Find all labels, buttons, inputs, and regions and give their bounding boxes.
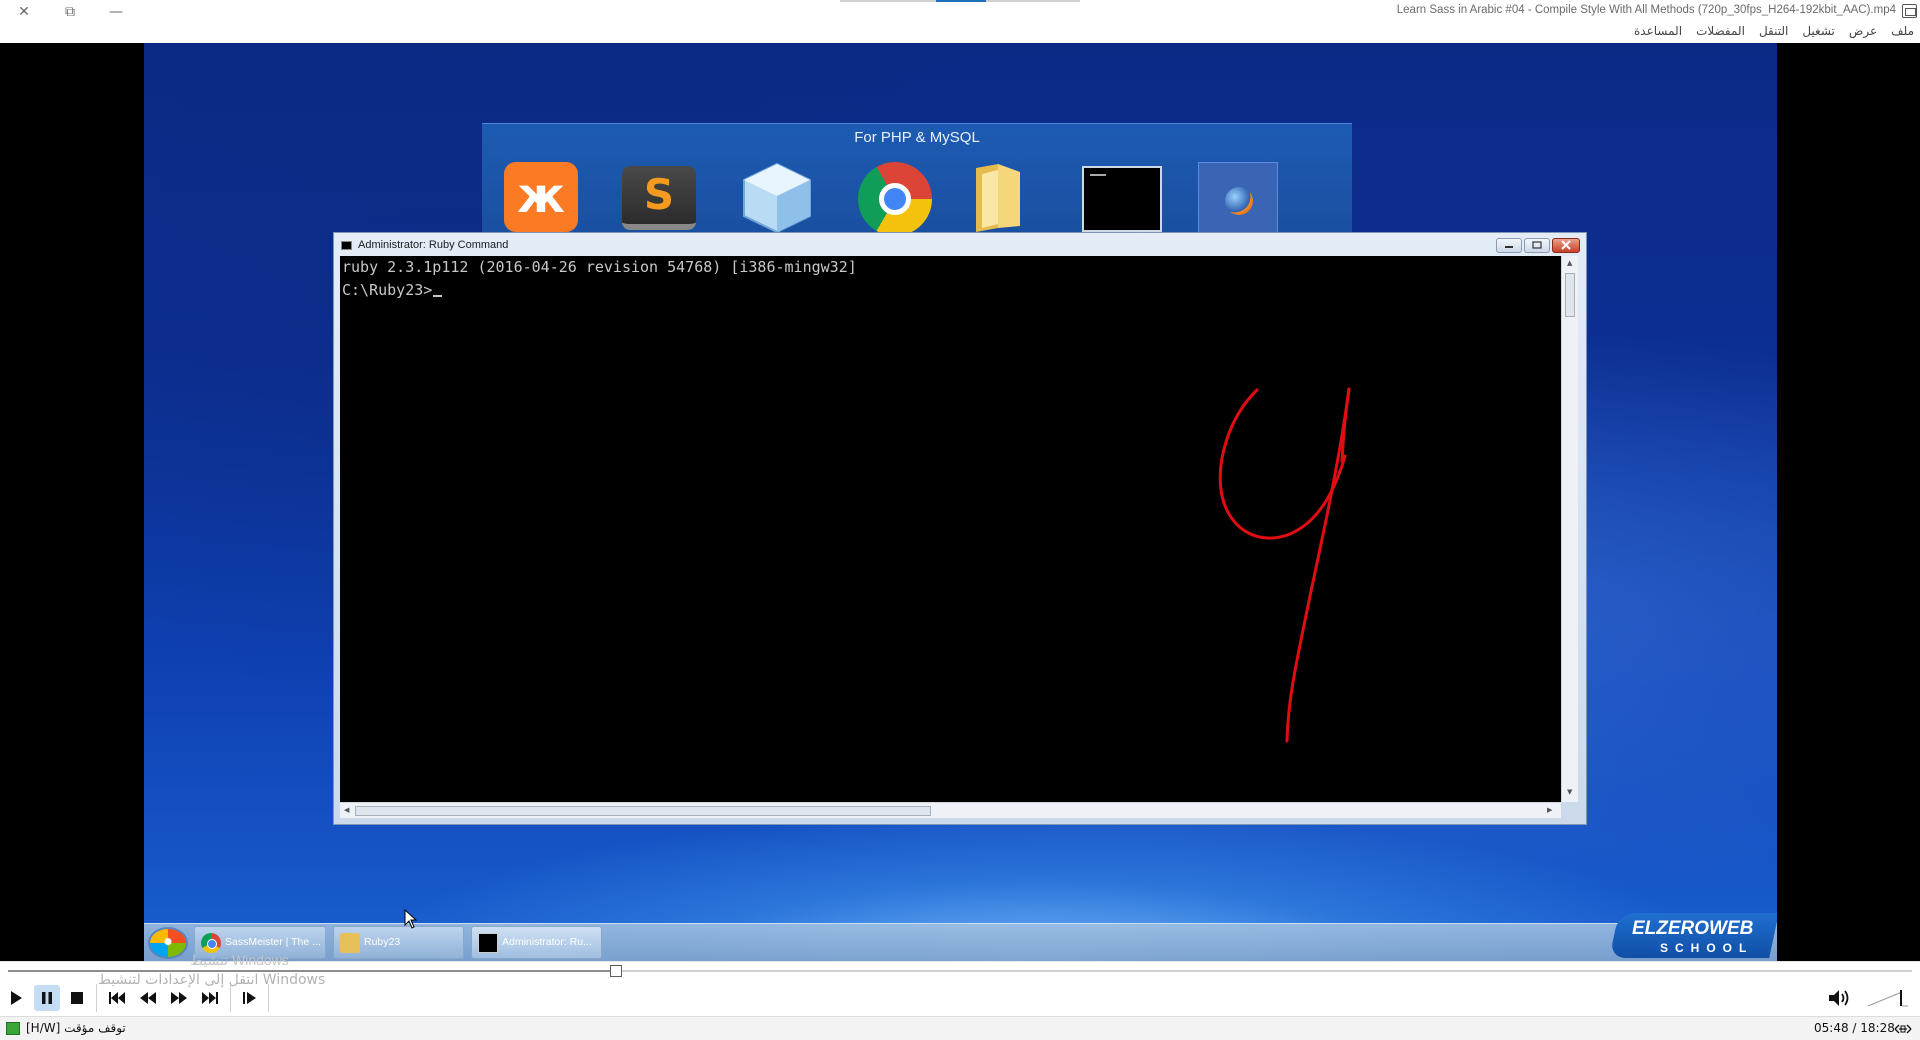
handwritten-annotation — [1218, 387, 1351, 743]
frame-step-button[interactable] — [237, 985, 263, 1011]
taskbar-item-console: Administrator: Ru... — [471, 926, 602, 959]
folder-icon — [340, 933, 360, 953]
chrome-icon — [201, 933, 221, 953]
status-text: [H/W] توقف مؤقت — [26, 1021, 126, 1035]
console-titlebar[interactable]: Administrator: Ruby Command — [334, 233, 1586, 255]
dock: For PHP & MySQL — [482, 123, 1352, 236]
video-frame[interactable]: For PHP & MySQL ж S Administrator: Ruby … — [0, 43, 1920, 961]
title-progress-strip — [840, 0, 1080, 2]
windows-activation-title: تنشيط Windows — [190, 952, 289, 968]
dock-title: For PHP & MySQL — [854, 129, 980, 146]
command-prompt-icon — [478, 933, 498, 953]
volume-slider-icon[interactable] — [1866, 986, 1910, 1010]
menu-navigate[interactable]: التنقل — [1759, 24, 1788, 38]
ruby-sphere-icon — [1198, 162, 1278, 236]
console-title: Administrator: Ruby Command — [358, 239, 509, 251]
command-prompt-icon — [1082, 166, 1162, 232]
horizontal-scroll-thumb[interactable] — [355, 806, 931, 816]
elzero-logo-title: ELZEROWEB — [1632, 918, 1754, 939]
menu-bar: ملف عرض تشغيل التنقل المفضلات المساعدة — [1634, 24, 1914, 38]
play-button[interactable] — [3, 985, 29, 1011]
fast-forward-button[interactable] — [166, 985, 192, 1011]
controls-divider — [230, 984, 231, 1012]
playback-controls: تنشيط Windows انتقل إلى الإعدادات لتنشيط… — [0, 952, 1920, 1016]
xampp-icon — [504, 162, 578, 232]
menu-file[interactable]: ملف — [1891, 24, 1914, 38]
controls-divider — [96, 984, 97, 1012]
status-indicator-icon — [6, 1022, 20, 1035]
close-icon — [1561, 240, 1571, 250]
rewind-icon — [140, 992, 156, 1004]
menu-view[interactable]: عرض — [1849, 24, 1877, 38]
restore-window-button[interactable]: ⧉ — [48, 0, 92, 24]
pause-icon — [42, 992, 52, 1004]
menu-help[interactable]: المساعدة — [1634, 24, 1682, 38]
vertical-scroll-thumb[interactable] — [1565, 273, 1575, 317]
console-horizontal-scrollbar[interactable]: ◀ ▶ — [340, 802, 1561, 818]
video-taskbar: SassMeister | The ... Ruby23 Administrat… — [144, 923, 1777, 961]
window-title: Learn Sass in Arabic #04 - Compile Style… — [1396, 4, 1896, 16]
playback-time: 05:48 / 18:28 — [1814, 1021, 1895, 1035]
taskbar-item-label: SassMeister | The ... — [225, 936, 321, 948]
close-window-button[interactable]: ✕ — [2, 0, 46, 24]
volume-icon[interactable] — [1827, 988, 1853, 1008]
maximize-icon — [1532, 241, 1542, 249]
controls-divider — [268, 984, 269, 1012]
video-desktop: For PHP & MySQL ж S Administrator: Ruby … — [144, 43, 1777, 961]
console-window-icon — [341, 241, 352, 250]
folder-icon — [968, 162, 1042, 232]
restore-icon: ⧉ — [65, 4, 75, 20]
pan-scan-icon[interactable] — [1894, 1023, 1912, 1035]
stop-icon — [71, 992, 83, 1004]
console-minimize-button[interactable] — [1496, 238, 1522, 253]
console-maximize-button[interactable] — [1524, 238, 1550, 253]
play-icon — [11, 991, 22, 1005]
taskbar-item-folder: Ruby23 — [333, 926, 464, 959]
scroll-right-icon[interactable]: ▶ — [1547, 806, 1552, 814]
scroll-left-icon[interactable]: ◀ — [344, 806, 349, 814]
mouse-pointer-icon — [404, 909, 418, 929]
status-bar: [H/W] توقف مؤقت 05:48 / 18:28 — [0, 1016, 1920, 1040]
minimize-icon: — — [109, 4, 123, 20]
previous-button[interactable] — [104, 985, 130, 1011]
stop-button[interactable] — [64, 985, 90, 1011]
minimize-icon — [1505, 246, 1513, 248]
minimize-window-button[interactable]: — — [94, 0, 138, 24]
menu-favorites[interactable]: المفضلات — [1696, 24, 1745, 38]
chrome-icon — [858, 162, 932, 236]
console-close-button[interactable] — [1552, 238, 1580, 253]
sublime-text-icon — [622, 166, 696, 230]
player-logo-icon — [1902, 4, 1917, 18]
rewind-button[interactable] — [135, 985, 161, 1011]
next-icon — [202, 992, 218, 1004]
seek-handle[interactable] — [609, 965, 622, 977]
console-vertical-scrollbar[interactable]: ▲ ▼ — [1561, 256, 1578, 802]
scroll-down-icon[interactable]: ▼ — [1567, 788, 1572, 796]
menu-play[interactable]: تشغيل — [1802, 24, 1835, 38]
start-button-icon — [148, 927, 188, 959]
next-button[interactable] — [197, 985, 223, 1011]
frame-step-icon — [243, 992, 256, 1004]
elzero-logo-subtitle: SCHOOL — [1660, 941, 1754, 955]
netbeans-icon — [740, 162, 814, 234]
player-titlebar: ✕ ⧉ — Learn Sass in Arabic #04 - Compile… — [0, 0, 1920, 43]
ruby-command-window[interactable]: Administrator: Ruby Command ruby 2.3.1p1… — [333, 232, 1587, 825]
taskbar-item-label: Administrator: Ru... — [502, 936, 592, 948]
pause-button[interactable] — [34, 985, 60, 1011]
previous-icon — [109, 992, 125, 1004]
scroll-up-icon[interactable]: ▲ — [1567, 259, 1572, 267]
fast-forward-icon — [171, 992, 187, 1004]
taskbar-item-label: Ruby23 — [364, 936, 401, 948]
close-icon: ✕ — [18, 4, 30, 20]
console-output[interactable]: ruby 2.3.1p112 (2016-04-26 revision 5476… — [340, 256, 1561, 802]
